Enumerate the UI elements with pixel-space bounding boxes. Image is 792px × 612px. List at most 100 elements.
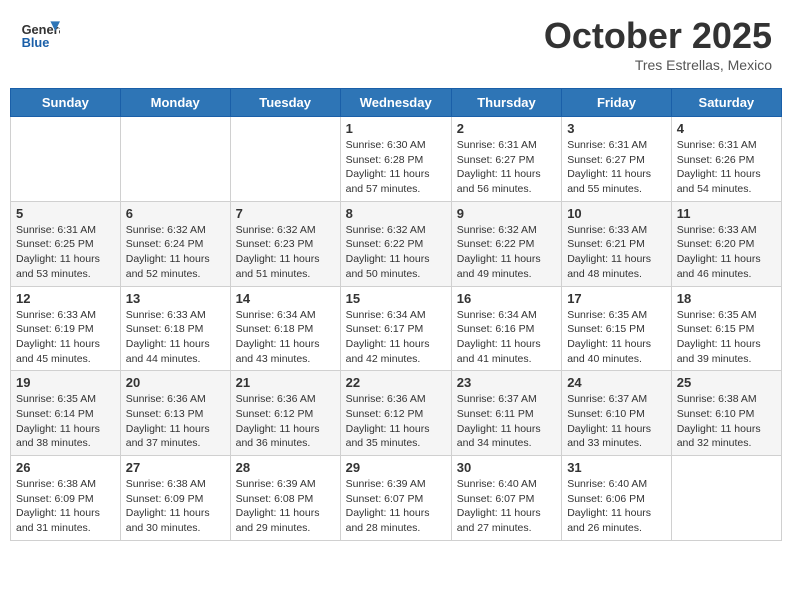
day-info: Sunrise: 6:32 AMSunset: 6:22 PMDaylight:… — [457, 223, 556, 282]
month-title: October 2025 — [544, 15, 772, 57]
day-number: 4 — [677, 121, 776, 136]
calendar-day-cell: 24Sunrise: 6:37 AMSunset: 6:10 PMDayligh… — [562, 371, 672, 456]
day-info: Sunrise: 6:34 AMSunset: 6:17 PMDaylight:… — [346, 308, 446, 367]
calendar-day-cell: 10 Sunrise: 6:33 AMSunset: 6:21 PMDayligh… — [562, 201, 672, 286]
calendar-week-row: 26 Sunrise: 6:38 AMSunset: 6:09 PMDayligh… — [11, 456, 782, 541]
day-number: 6 — [126, 206, 225, 221]
calendar-day-cell — [230, 117, 340, 202]
day-info: Sunrise: 6:32 AMSunset: 6:24 PMDaylight:… — [126, 223, 225, 282]
calendar-day-cell: 28 Sunrise: 6:39 AMSunset: 6:08 PMDayligh… — [230, 456, 340, 541]
logo-icon: General Blue — [20, 15, 60, 55]
calendar-day-cell: 1Sunrise: 6:30 AMSunset: 6:28 PMDaylight… — [340, 117, 451, 202]
calendar-day-cell: 5 Sunrise: 6:31 AMSunset: 6:25 PMDaylight… — [11, 201, 121, 286]
day-number: 27 — [126, 460, 225, 475]
calendar-day-cell: 21 Sunrise: 6:36 AMSunset: 6:12 PMDayligh… — [230, 371, 340, 456]
location-subtitle: Tres Estrellas, Mexico — [544, 57, 772, 73]
day-info: Sunrise: 6:33 AMSunset: 6:20 PMDaylight:… — [677, 223, 776, 282]
day-info: Sunrise: 6:40 AMSunset: 6:06 PMDaylight:… — [567, 477, 666, 536]
day-info: Sunrise: 6:35 AMSunset: 6:15 PMDaylight:… — [567, 308, 666, 367]
day-number: 12 — [16, 291, 115, 306]
day-of-week-header: Friday — [562, 89, 672, 117]
day-info: Sunrise: 6:38 AMSunset: 6:10 PMDaylight:… — [677, 392, 776, 451]
day-number: 30 — [457, 460, 556, 475]
svg-text:Blue: Blue — [22, 35, 50, 50]
day-number: 13 — [126, 291, 225, 306]
day-info: Sunrise: 6:33 AMSunset: 6:19 PMDaylight:… — [16, 308, 115, 367]
day-info: Sunrise: 6:35 AMSunset: 6:15 PMDaylight:… — [677, 308, 776, 367]
calendar-day-cell: 25 Sunrise: 6:38 AMSunset: 6:10 PMDayligh… — [671, 371, 781, 456]
day-number: 11 — [677, 206, 776, 221]
day-number: 25 — [677, 375, 776, 390]
calendar-week-row: 1Sunrise: 6:30 AMSunset: 6:28 PMDaylight… — [11, 117, 782, 202]
calendar-day-cell: 17Sunrise: 6:35 AMSunset: 6:15 PMDayligh… — [562, 286, 672, 371]
calendar-day-cell: 20 Sunrise: 6:36 AMSunset: 6:13 PMDayligh… — [120, 371, 230, 456]
calendar-day-cell: 22Sunrise: 6:36 AMSunset: 6:12 PMDayligh… — [340, 371, 451, 456]
calendar-day-cell: 16 Sunrise: 6:34 AMSunset: 6:16 PMDayligh… — [451, 286, 561, 371]
day-number: 2 — [457, 121, 556, 136]
day-info: Sunrise: 6:37 AMSunset: 6:10 PMDaylight:… — [567, 392, 666, 451]
day-info: Sunrise: 6:39 AMSunset: 6:08 PMDaylight:… — [236, 477, 335, 536]
day-of-week-header: Thursday — [451, 89, 561, 117]
calendar-day-cell: 23Sunrise: 6:37 AMSunset: 6:11 PMDayligh… — [451, 371, 561, 456]
day-number: 23 — [457, 375, 556, 390]
day-info: Sunrise: 6:35 AMSunset: 6:14 PMDaylight:… — [16, 392, 115, 451]
calendar-day-cell — [120, 117, 230, 202]
calendar-day-cell: 30Sunrise: 6:40 AMSunset: 6:07 PMDayligh… — [451, 456, 561, 541]
day-number: 14 — [236, 291, 335, 306]
calendar-week-row: 12 Sunrise: 6:33 AMSunset: 6:19 PMDayligh… — [11, 286, 782, 371]
calendar-day-cell: 13 Sunrise: 6:33 AMSunset: 6:18 PMDayligh… — [120, 286, 230, 371]
day-of-week-header: Tuesday — [230, 89, 340, 117]
day-number: 9 — [457, 206, 556, 221]
day-number: 31 — [567, 460, 666, 475]
calendar-day-cell: 27 Sunrise: 6:38 AMSunset: 6:09 PMDayligh… — [120, 456, 230, 541]
day-info: Sunrise: 6:33 AMSunset: 6:21 PMDaylight:… — [567, 223, 666, 282]
day-number: 28 — [236, 460, 335, 475]
day-info: Sunrise: 6:32 AMSunset: 6:23 PMDaylight:… — [236, 223, 335, 282]
calendar-day-cell: 7Sunrise: 6:32 AMSunset: 6:23 PMDaylight… — [230, 201, 340, 286]
day-number: 10 — [567, 206, 666, 221]
calendar-table: SundayMondayTuesdayWednesdayThursdayFrid… — [10, 88, 782, 541]
day-info: Sunrise: 6:36 AMSunset: 6:13 PMDaylight:… — [126, 392, 225, 451]
day-number: 15 — [346, 291, 446, 306]
day-info: Sunrise: 6:31 AMSunset: 6:27 PMDaylight:… — [567, 138, 666, 197]
calendar-day-cell: 11 Sunrise: 6:33 AMSunset: 6:20 PMDayligh… — [671, 201, 781, 286]
day-info: Sunrise: 6:31 AMSunset: 6:25 PMDaylight:… — [16, 223, 115, 282]
calendar-day-cell: 18Sunrise: 6:35 AMSunset: 6:15 PMDayligh… — [671, 286, 781, 371]
day-number: 16 — [457, 291, 556, 306]
day-info: Sunrise: 6:34 AMSunset: 6:18 PMDaylight:… — [236, 308, 335, 367]
day-info: Sunrise: 6:36 AMSunset: 6:12 PMDaylight:… — [346, 392, 446, 451]
day-of-week-header: Saturday — [671, 89, 781, 117]
day-info: Sunrise: 6:32 AMSunset: 6:22 PMDaylight:… — [346, 223, 446, 282]
calendar-day-cell: 4 Sunrise: 6:31 AMSunset: 6:26 PMDaylight… — [671, 117, 781, 202]
calendar-day-cell: 8 Sunrise: 6:32 AMSunset: 6:22 PMDaylight… — [340, 201, 451, 286]
day-number: 21 — [236, 375, 335, 390]
calendar-day-cell — [11, 117, 121, 202]
day-of-week-header: Wednesday — [340, 89, 451, 117]
calendar-week-row: 19Sunrise: 6:35 AMSunset: 6:14 PMDayligh… — [11, 371, 782, 456]
calendar-day-cell — [671, 456, 781, 541]
title-block: October 2025 Tres Estrellas, Mexico — [544, 15, 772, 73]
day-info: Sunrise: 6:39 AMSunset: 6:07 PMDaylight:… — [346, 477, 446, 536]
day-number: 5 — [16, 206, 115, 221]
day-number: 26 — [16, 460, 115, 475]
calendar-header-row: SundayMondayTuesdayWednesdayThursdayFrid… — [11, 89, 782, 117]
day-number: 1 — [346, 121, 446, 136]
calendar-day-cell: 15 Sunrise: 6:34 AMSunset: 6:17 PMDayligh… — [340, 286, 451, 371]
calendar-day-cell: 19Sunrise: 6:35 AMSunset: 6:14 PMDayligh… — [11, 371, 121, 456]
calendar-day-cell: 9 Sunrise: 6:32 AMSunset: 6:22 PMDaylight… — [451, 201, 561, 286]
calendar-day-cell: 31 Sunrise: 6:40 AMSunset: 6:06 PMDayligh… — [562, 456, 672, 541]
day-number: 29 — [346, 460, 446, 475]
day-info: Sunrise: 6:36 AMSunset: 6:12 PMDaylight:… — [236, 392, 335, 451]
day-number: 3 — [567, 121, 666, 136]
day-info: Sunrise: 6:31 AMSunset: 6:26 PMDaylight:… — [677, 138, 776, 197]
day-info: Sunrise: 6:38 AMSunset: 6:09 PMDaylight:… — [126, 477, 225, 536]
day-info: Sunrise: 6:33 AMSunset: 6:18 PMDaylight:… — [126, 308, 225, 367]
day-info: Sunrise: 6:34 AMSunset: 6:16 PMDaylight:… — [457, 308, 556, 367]
day-number: 20 — [126, 375, 225, 390]
day-number: 8 — [346, 206, 446, 221]
calendar-day-cell: 3 Sunrise: 6:31 AMSunset: 6:27 PMDaylight… — [562, 117, 672, 202]
calendar-day-cell: 14 Sunrise: 6:34 AMSunset: 6:18 PMDayligh… — [230, 286, 340, 371]
calendar-day-cell: 2Sunrise: 6:31 AMSunset: 6:27 PMDaylight… — [451, 117, 561, 202]
calendar-day-cell: 6 Sunrise: 6:32 AMSunset: 6:24 PMDaylight… — [120, 201, 230, 286]
calendar-week-row: 5 Sunrise: 6:31 AMSunset: 6:25 PMDaylight… — [11, 201, 782, 286]
